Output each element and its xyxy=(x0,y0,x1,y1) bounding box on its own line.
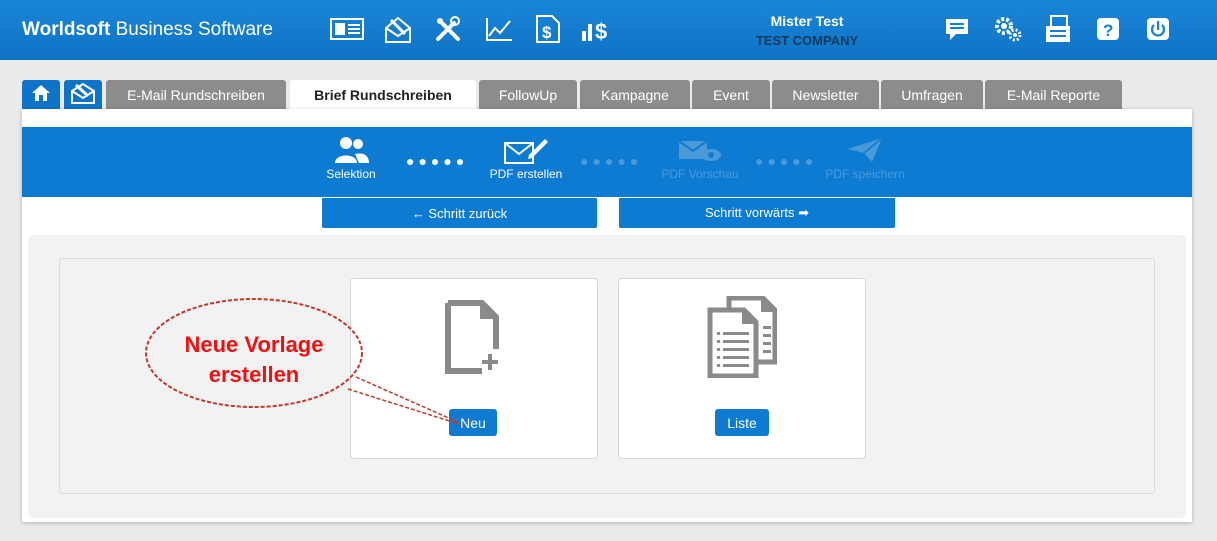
template-list-card[interactable]: Liste xyxy=(618,278,866,459)
step-connector: ●●●●● xyxy=(755,153,818,169)
help-icon[interactable]: ? xyxy=(1091,14,1125,44)
step-connector: ●●●●● xyxy=(580,153,643,169)
line-chart-icon[interactable] xyxy=(482,14,516,44)
new-button[interactable]: Neu xyxy=(449,409,497,436)
document-list-icon xyxy=(707,295,778,383)
tab-event[interactable]: Event xyxy=(692,80,770,109)
settings-gears-icon[interactable] xyxy=(991,14,1025,44)
step-label: PDF speichern xyxy=(825,167,905,181)
annotation-text: Neue Vorlage erstellen xyxy=(184,332,324,387)
tab-followup[interactable]: FollowUp xyxy=(479,80,577,109)
new-document-icon xyxy=(444,299,504,380)
mail-preview-icon xyxy=(677,135,723,168)
svg-text:$: $ xyxy=(542,23,552,42)
step-pdf-speichern: PDF speichern xyxy=(810,135,920,181)
contact-card-icon[interactable] xyxy=(330,14,364,44)
tools-icon[interactable] xyxy=(431,14,465,44)
tab-email-reporte[interactable]: E-Mail Reporte xyxy=(985,80,1122,109)
home-icon xyxy=(31,84,51,105)
message-icon[interactable] xyxy=(940,14,974,44)
user-info: Mister Test TEST COMPANY xyxy=(700,11,914,51)
svg-text:$: $ xyxy=(595,19,607,43)
tab-umfragen[interactable]: Umfragen xyxy=(881,80,983,109)
power-icon[interactable] xyxy=(1141,14,1175,44)
app-title: Worldsoft Business Software xyxy=(22,19,273,40)
tab-home[interactable] xyxy=(22,80,60,109)
step-label: PDF Vorschau xyxy=(661,167,739,181)
next-button[interactable]: Schritt vorwärts ➡ xyxy=(619,198,895,228)
tab-kampagne[interactable]: Kampagne xyxy=(580,80,690,109)
back-button[interactable]: ← Schritt zurück xyxy=(322,198,597,228)
user-name: Mister Test xyxy=(770,13,844,29)
invoice-dollar-icon[interactable]: $ xyxy=(531,14,565,44)
new-template-card[interactable]: Neu xyxy=(350,278,598,459)
tab-newsletter[interactable]: Newsletter xyxy=(772,80,879,109)
step-label: Selektion xyxy=(326,167,376,181)
users-icon xyxy=(331,135,371,168)
step-pdf-erstellen[interactable]: PDF erstellen xyxy=(471,135,581,181)
step-selektion[interactable]: Selektion xyxy=(296,135,406,181)
company-name: TEST COMPANY xyxy=(755,33,859,48)
tab-mail-campaign[interactable] xyxy=(64,80,102,109)
tab-email-rundschreiben[interactable]: E-Mail Rundschreiben xyxy=(106,80,286,109)
top-bar: Worldsoft Business Software $ $ Mister T… xyxy=(0,0,1217,60)
step-pdf-vorschau: PDF Vorschau xyxy=(645,135,755,181)
step-connector: ●●●●● xyxy=(406,153,469,169)
bar-dollar-icon[interactable]: $ xyxy=(580,14,614,44)
list-button[interactable]: Liste xyxy=(715,409,769,436)
wizard-steps: Selektion ●●●●● PDF erstellen ●●●●● PDF … xyxy=(22,127,1192,197)
svg-text:?: ? xyxy=(1103,21,1113,40)
paper-plane-icon xyxy=(846,136,884,167)
mail-campaign-icon[interactable] xyxy=(381,14,415,44)
tab-brief-rundschreiben[interactable]: Brief Rundschreiben xyxy=(290,80,476,110)
fax-printer-icon[interactable] xyxy=(1041,14,1075,44)
mail-edit-icon xyxy=(503,135,549,168)
step-label: PDF erstellen xyxy=(489,167,563,181)
mail-campaign-icon xyxy=(70,82,96,107)
